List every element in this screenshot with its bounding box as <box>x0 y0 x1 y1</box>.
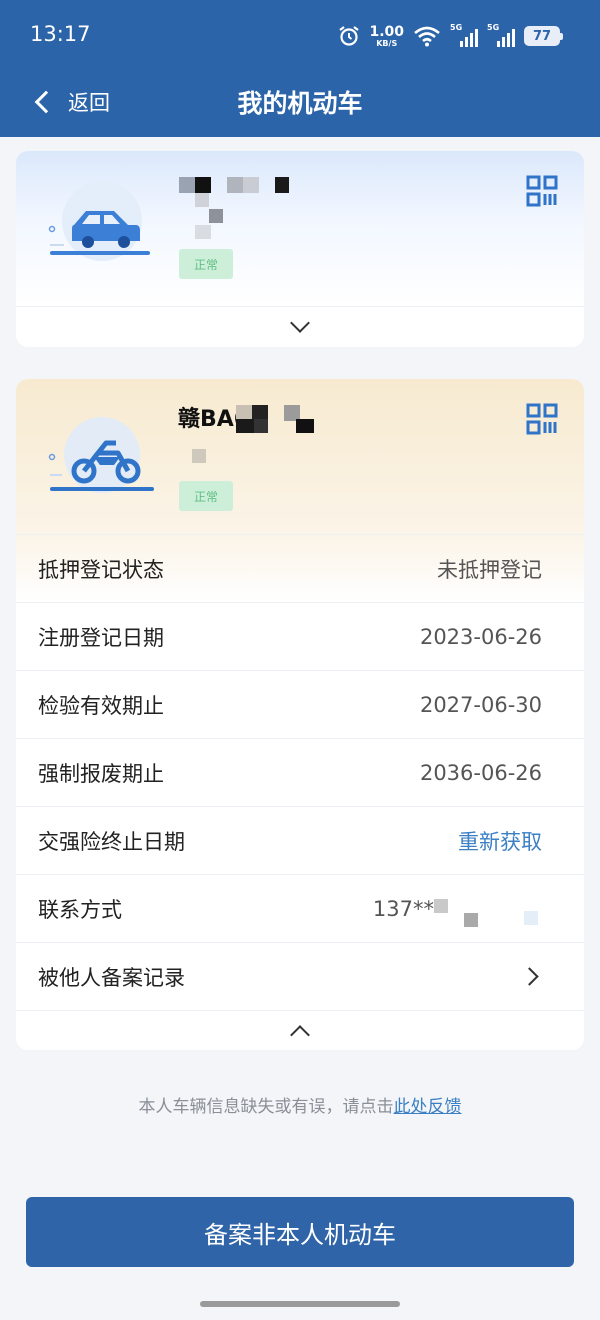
app-header: 13:17 1.00 KB/S 5G 5G 77 返回 我的机动车 <box>0 0 600 137</box>
detail-label: 被他人备案记录 <box>38 965 185 990</box>
collapse-details-button[interactable] <box>16 1010 584 1050</box>
detail-row-mortgage: 抵押登记状态 未抵押登记 <box>16 534 584 602</box>
home-indicator[interactable] <box>200 1301 400 1307</box>
chevron-down-icon <box>290 313 310 333</box>
qr-code-icon[interactable] <box>526 175 558 207</box>
detail-value: 2027-06-30 <box>419 692 542 717</box>
vehicle-details-list: 抵押登记状态 未抵押登记 注册登记日期 2023-06-26 检验有效期止 20… <box>16 534 584 1050</box>
status-time: 13:17 <box>30 22 91 46</box>
battery-icon: 77 <box>524 26 563 46</box>
detail-value: 未抵押登记 <box>437 557 542 582</box>
network-speed-unit: KB/S <box>376 38 398 48</box>
status-icons: 1.00 KB/S 5G 5G 77 <box>338 22 563 50</box>
feedback-link[interactable]: 此处反馈 <box>394 1097 462 1117</box>
redacted-phone-mosaic <box>434 899 544 929</box>
detail-label: 检验有效期止 <box>38 693 164 718</box>
detail-row-contact: 联系方式 137** <box>16 874 584 942</box>
detail-value: 2023-06-26 <box>419 624 542 649</box>
cell-signal-icon-2: 5G <box>487 23 515 47</box>
vehicle-status-badge: 正常 <box>179 481 233 511</box>
detail-label: 强制报废期止 <box>38 761 164 786</box>
redacted-plate-mosaic <box>179 177 339 241</box>
refetch-insurance-link[interactable]: 重新获取 <box>458 826 542 856</box>
status-bar: 13:17 1.00 KB/S 5G 5G 77 <box>0 0 600 70</box>
vehicle-card-header: 正常 <box>16 151 584 306</box>
network-speed: 1.00 KB/S <box>369 25 404 48</box>
detail-label: 注册登记日期 <box>38 625 164 650</box>
car-icon <box>48 181 150 261</box>
page-title: 我的机动车 <box>237 89 363 118</box>
detail-row-inspection-expiry: 检验有效期止 2027-06-30 <box>16 670 584 738</box>
detail-label: 交强险终止日期 <box>38 829 185 854</box>
detail-row-others-filing[interactable]: 被他人备案记录 <box>16 942 584 1010</box>
chevron-up-icon <box>290 1024 310 1045</box>
chevron-right-icon <box>520 967 539 986</box>
qr-code-icon[interactable] <box>526 403 558 435</box>
expand-details-button[interactable] <box>16 306 584 347</box>
register-other-vehicle-button[interactable]: 备案非本人机动车 <box>26 1197 574 1267</box>
detail-value: 137** <box>372 896 434 921</box>
battery-level: 77 <box>532 28 552 44</box>
vehicle-status-badge: 正常 <box>179 249 233 279</box>
detail-value: 2036-06-26 <box>419 760 542 785</box>
detail-label: 联系方式 <box>38 897 122 922</box>
feedback-hint: 本人车辆信息缺失或有误，请点击此处反馈 <box>0 1092 600 1117</box>
vehicle-card-header: 赣BA6 正常 <box>16 379 584 534</box>
motorcycle-icon <box>48 417 154 493</box>
wifi-icon <box>414 26 440 47</box>
detail-row-insurance-end: 交强险终止日期 重新获取 <box>16 806 584 874</box>
vehicle-card-car[interactable]: 正常 <box>16 151 584 347</box>
detail-row-scrap-deadline: 强制报废期止 2036-06-26 <box>16 738 584 806</box>
vehicle-card-motorcycle[interactable]: 赣BA6 正常 抵押登记状态 未抵押登记 注册登记日期 2023-06-26 检… <box>16 379 584 1050</box>
detail-label: 抵押登记状态 <box>38 557 164 582</box>
feedback-text: 本人车辆信息缺失或有误，请点击 <box>138 1097 394 1117</box>
alarm-icon <box>339 26 360 46</box>
redacted-plate-mosaic <box>192 405 326 495</box>
detail-row-registration-date: 注册登记日期 2023-06-26 <box>16 602 584 670</box>
cell-signal-icon: 5G <box>450 23 478 47</box>
network-speed-value: 1.00 <box>369 23 404 40</box>
